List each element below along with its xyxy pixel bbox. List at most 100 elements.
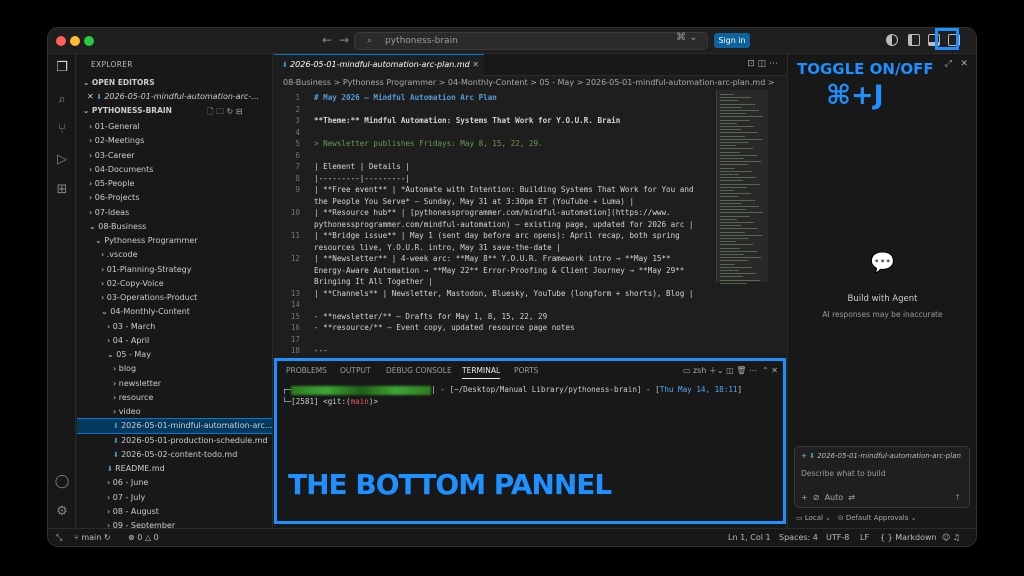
folder-item[interactable]: › blog [77, 362, 272, 376]
file-item[interactable]: ⬇ README.md [77, 462, 272, 476]
code-line[interactable]: pythonessprogrammer.com/mindful-automati… [314, 220, 714, 229]
code-line[interactable]: # May 2026 — Mindful Automation Arc Plan [314, 93, 714, 102]
folder-item[interactable]: ⌄ 04-Monthly-Content [77, 305, 272, 319]
minimap-line [720, 129, 741, 131]
code-line[interactable]: | **Channels** | Newsletter, Mastodon, B… [314, 289, 714, 298]
minimap[interactable] [716, 90, 768, 356]
open-editors-header[interactable]: ⌄ OPEN EDITORS [83, 78, 155, 87]
command-center[interactable]: ⌕ pythoness-brain [354, 32, 708, 50]
folder-item[interactable]: › 08 - August [77, 505, 272, 519]
chat-input[interactable]: Describe what to build [801, 469, 886, 478]
account-icon[interactable]: ◯ [54, 474, 70, 490]
search-icon[interactable]: ⌕ [54, 92, 70, 108]
file-item[interactable]: ⬇ 2026-05-01-mindful-automation-arc... [77, 418, 272, 435]
folder-item[interactable]: › 03-Operations-Product [77, 291, 272, 305]
close-icon[interactable]: ✕ [87, 92, 94, 101]
folder-item[interactable]: › 03 - March [77, 320, 272, 334]
attachment-chip[interactable]: + ⬇ 2026-05-01-mindful-automation-arc-pl… [801, 452, 966, 460]
folder-item[interactable]: › 05-People [77, 177, 272, 191]
folder-item[interactable]: › 09 - September [77, 519, 272, 528]
folder-item[interactable]: ⌄ Pythoness Programmer [77, 234, 272, 248]
back-arrow-icon[interactable]: ← [322, 33, 332, 47]
code-line[interactable]: | **Bridge issue** | May 1 (sent day bef… [314, 231, 714, 240]
settings-gear-icon[interactable]: ⚙ [54, 504, 70, 520]
close-icon[interactable]: ✕ [960, 59, 968, 69]
code-line[interactable]: | **Newsletter** | 4-week arc: **May 8**… [314, 254, 714, 263]
close-tab-icon[interactable]: ✕ [472, 60, 479, 69]
chat-footer[interactable]: ▭ Local ⌄ ⊙ Default Approvals ⌄ [796, 514, 917, 522]
maximize-icon[interactable]: ⤢ [945, 59, 952, 69]
code-line[interactable]: **Theme:** Mindful Automation: Systems T… [314, 116, 714, 125]
send-icon[interactable]: ↑ [954, 493, 961, 502]
cursor-position[interactable]: Ln 1, Col 1 [728, 533, 771, 542]
folder-item[interactable]: › 07-Ideas [77, 206, 272, 220]
folder-item[interactable]: › newsletter [77, 377, 272, 391]
file-item[interactable]: ⬇ 2026-05-02-content-todo.md [77, 448, 272, 462]
copilot-status-icon[interactable]: ☺ ♫ [942, 533, 960, 542]
code-line[interactable]: --- [314, 346, 714, 355]
editor-actions[interactable]: ⊡ ◫ ⋯ [747, 59, 778, 69]
chat-input-toolbar[interactable]: + ⊘ Auto ⇄ [801, 493, 855, 502]
minimap-line [720, 164, 748, 166]
line-number: 18 [290, 346, 300, 355]
accounts-icon[interactable] [886, 34, 898, 46]
tree-item-label: video [118, 407, 141, 416]
code-line[interactable]: - **newsletter/** — Drafts for May 1, 8,… [314, 312, 714, 321]
code-line[interactable]: | **Free event** | *Automate with Intent… [314, 185, 714, 194]
code-line[interactable]: Energy-Aware Automation → **May 22** Err… [314, 266, 714, 275]
code-line[interactable]: | **Resource hub** | [pythonessprogramme… [314, 208, 714, 217]
file-item[interactable]: ⬇ 2026-05-01-production-schedule.md [77, 434, 272, 448]
minimize-window-button[interactable] [70, 36, 80, 46]
close-window-button[interactable] [56, 36, 66, 46]
indentation[interactable]: Spaces: 4 [779, 533, 818, 542]
code-line[interactable]: resources live, Y.O.U.R. intro, May 31 s… [314, 243, 714, 252]
sign-in-button[interactable]: Sign in [714, 33, 750, 48]
language-mode[interactable]: { } Markdown [880, 533, 937, 542]
folder-item[interactable]: › 06-Projects [77, 191, 272, 205]
folder-item[interactable]: › 03-Career [77, 149, 272, 163]
code-line[interactable]: Bringing It All Together | [314, 277, 714, 286]
folder-item[interactable]: › 01-Planning-Strategy [77, 263, 272, 277]
code-line[interactable]: the People You Serve* — Sunday, May 31 a… [314, 197, 714, 206]
problems-indicator[interactable]: ⊗ 0 △ 0 [128, 533, 159, 542]
minimap-line [720, 190, 734, 191]
folder-item[interactable]: › 02-Copy-Voice [77, 277, 272, 291]
breadcrumb[interactable]: 08-Business > Pythoness Programmer > 04-… [274, 76, 786, 90]
code-line[interactable]: |---------|---------| [314, 174, 714, 183]
minimap-line [720, 238, 749, 239]
code-editor[interactable]: 1 2 3 4 5 6 7 8 9 10 11 12 13 14 15 16 17 18 # May 2026 —… [274, 90, 786, 356]
maximize-window-button[interactable] [84, 36, 94, 46]
folder-item[interactable]: › .vscode [77, 248, 272, 262]
open-editor-item[interactable]: ✕ ⬇ 2026-05-01-mindful-automation-arc-..… [77, 90, 272, 104]
folder-item[interactable]: › 04 - April [77, 334, 272, 348]
explorer-icon[interactable]: ❐ [54, 60, 70, 76]
forward-arrow-icon[interactable]: → [339, 33, 349, 47]
encoding[interactable]: UTF-8 [826, 533, 849, 542]
source-control-icon[interactable]: ⑂ [54, 122, 70, 138]
chat-input-box[interactable]: + ⬇ 2026-05-01-mindful-automation-arc-pl… [794, 446, 970, 508]
tab-active-file[interactable]: ⬇ 2026-05-01-mindful-automation-arc-plan… [274, 54, 484, 76]
folder-item[interactable]: › 07 - July [77, 491, 272, 505]
code-line[interactable]: - **resource/** — Event copy, updated re… [314, 323, 714, 332]
tree-item-label: 04-Documents [94, 164, 154, 174]
branch-indicator[interactable]: ⑂ main ↻ [74, 533, 111, 542]
folder-item[interactable]: › video [77, 405, 272, 419]
run-debug-icon[interactable]: ▷ [54, 152, 70, 168]
line-ending[interactable]: LF [860, 533, 869, 542]
folder-item[interactable]: › 04-Documents [77, 163, 272, 177]
code-line[interactable]: | Element | Details | [314, 162, 714, 171]
folder-item[interactable]: ⌄ 05 - May [77, 348, 272, 362]
code-line[interactable]: > Newsletter publishes Fridays: May 8, 1… [314, 139, 714, 148]
workspace-header[interactable]: ⌄ PYTHONESS-BRAIN [83, 106, 172, 115]
extensions-icon[interactable]: ⊞ [54, 182, 70, 198]
folder-item[interactable]: › 02-Meetings [77, 134, 272, 148]
folder-item[interactable]: ⌄ 08-Business [77, 220, 272, 234]
remote-icon[interactable]: ⤡ [56, 533, 62, 543]
folder-item[interactable]: › 06 - June [77, 476, 272, 490]
toggle-primary-sidebar-icon[interactable] [908, 34, 920, 46]
folder-item[interactable]: › 01-General [77, 120, 272, 134]
copilot-icon[interactable]: ⌘ ⌄ [676, 32, 698, 43]
folder-item[interactable]: › resource [77, 391, 272, 405]
chevron-down-icon: ⌄ [101, 307, 111, 317]
explorer-actions[interactable]: 🗋 🗀 ↻ ⊟ [207, 106, 242, 120]
